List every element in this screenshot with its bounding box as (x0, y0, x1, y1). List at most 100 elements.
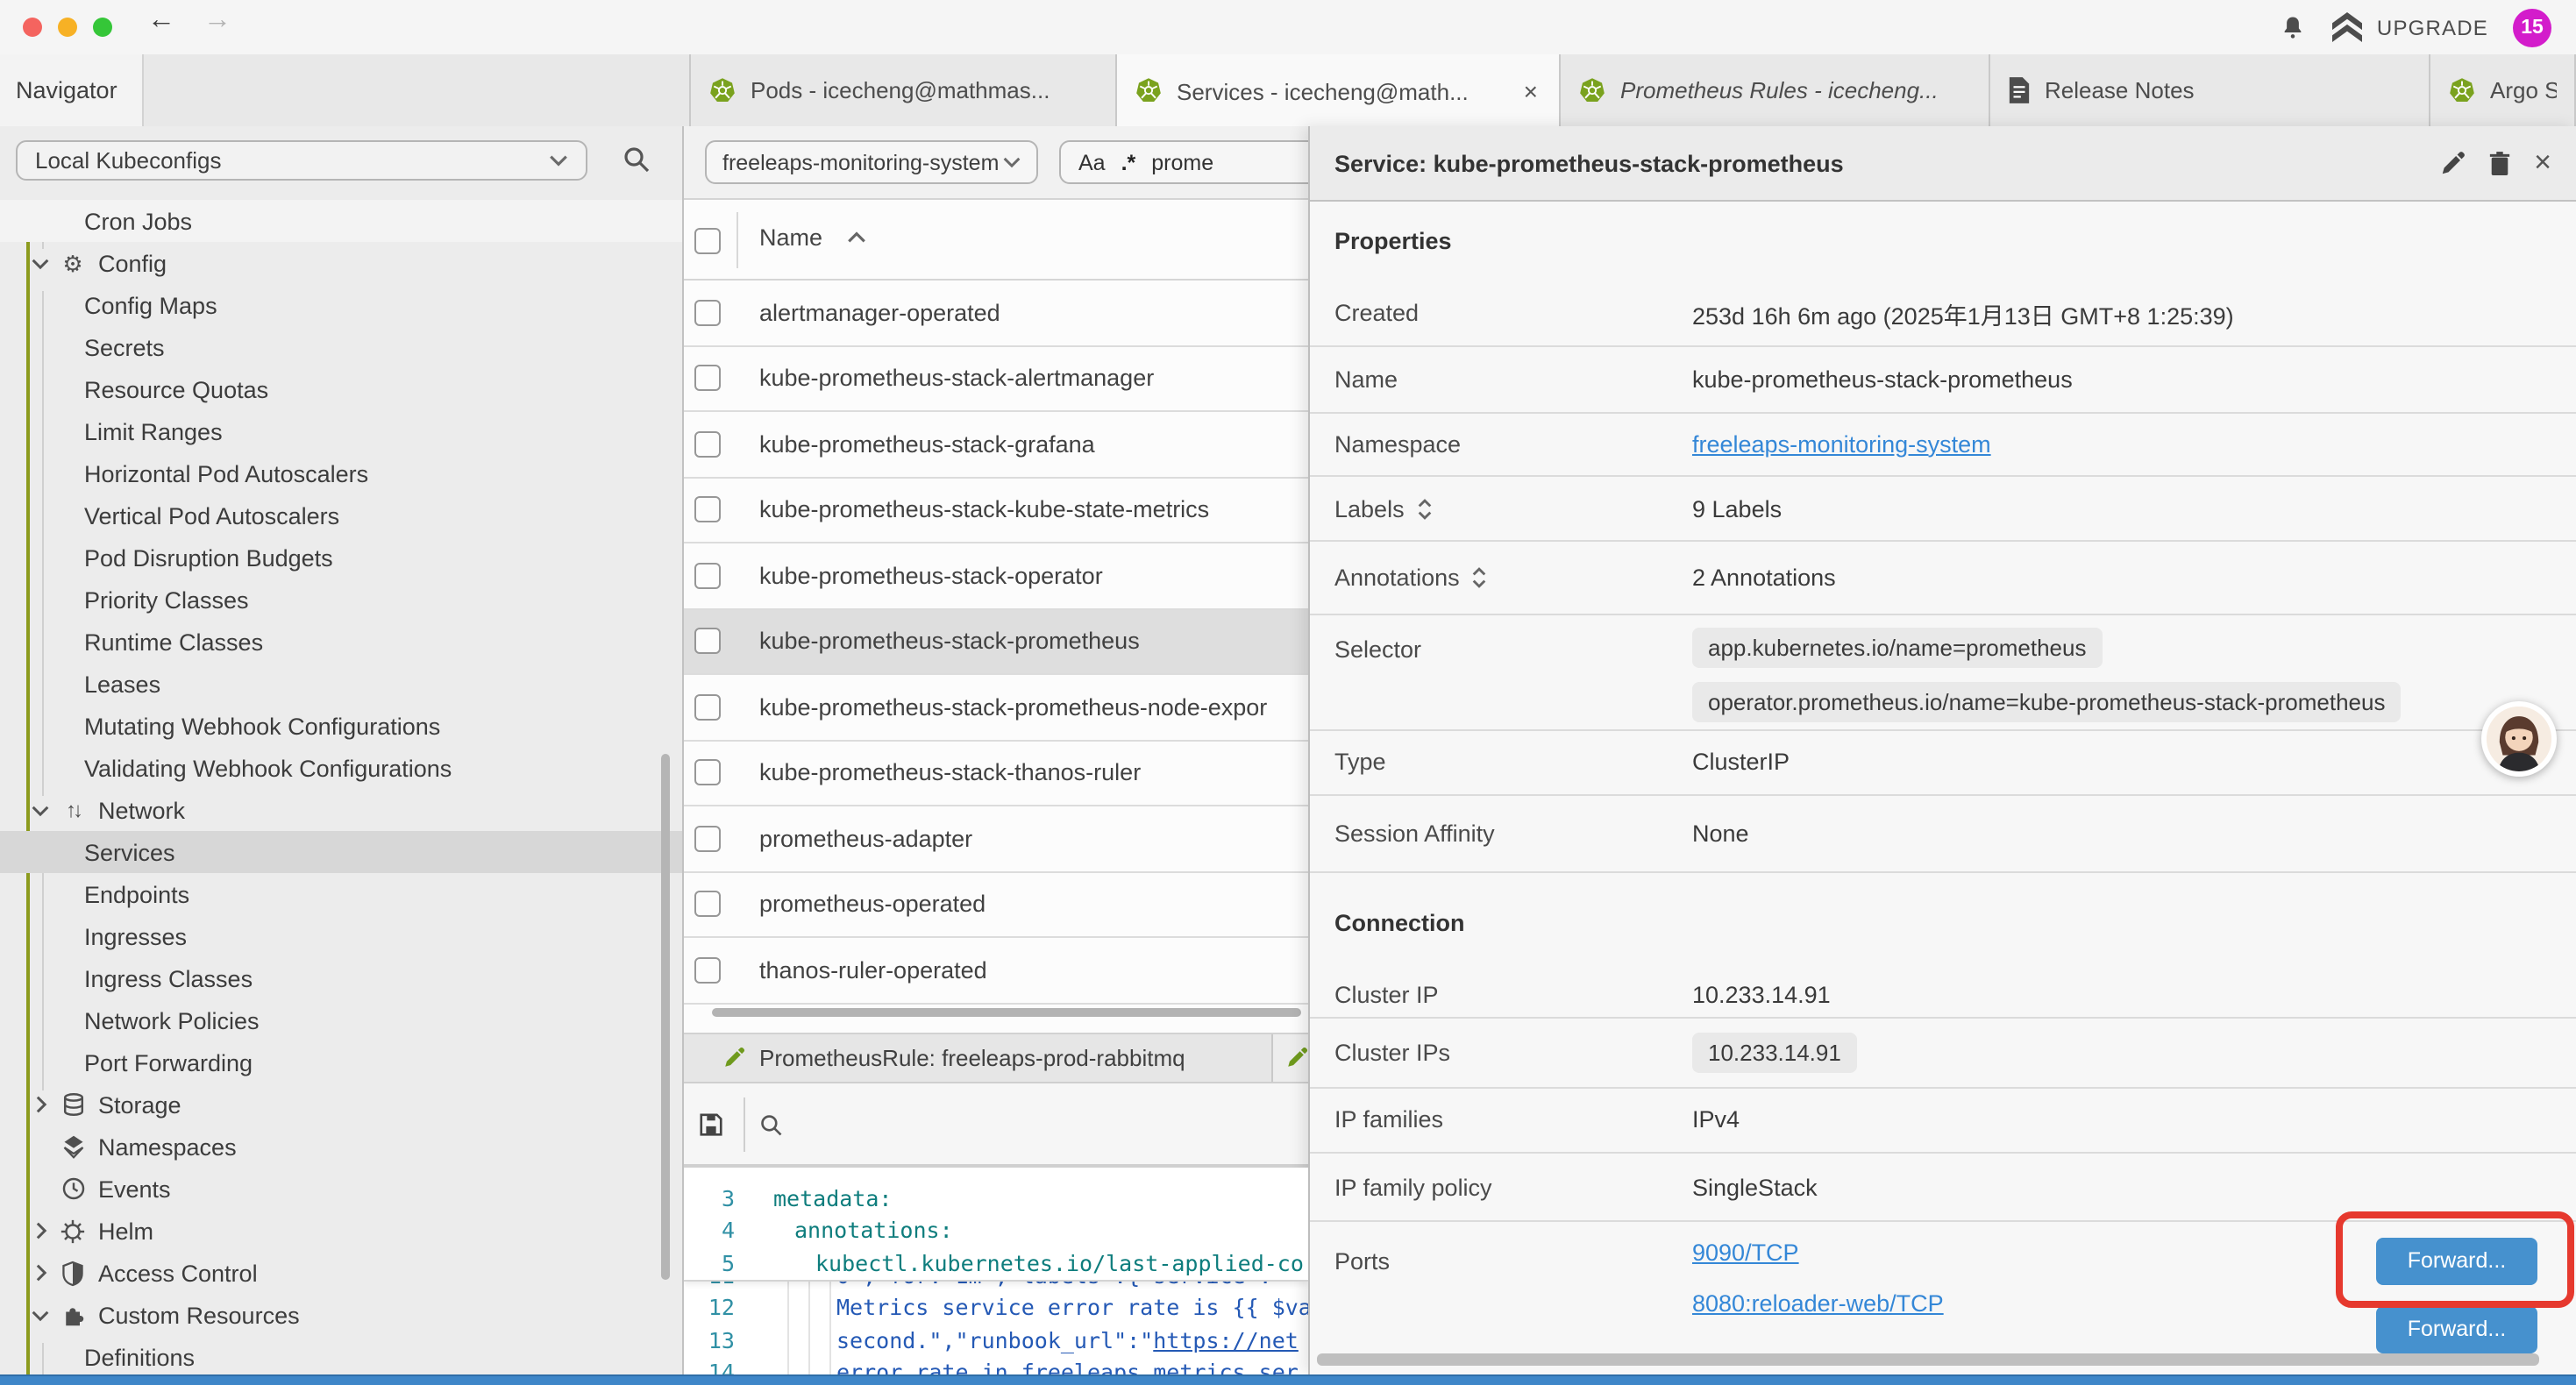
table-row-kube-prometheus-stack-alertmanager[interactable]: kube-prometheus-stack-alertmanager (684, 346, 1308, 412)
port-link-9090-tcp[interactable]: 9090/TCP (1692, 1239, 1944, 1266)
tab-label: Prometheus Rules - icecheng... (1620, 77, 1939, 103)
chevron-right-icon[interactable] (28, 1264, 53, 1282)
trash-icon[interactable] (2488, 150, 2511, 176)
save-icon[interactable] (698, 1111, 724, 1137)
table-horizontal-scrollbar[interactable] (712, 1007, 1301, 1017)
sidebar-scrollbar[interactable] (661, 754, 670, 1280)
chevron-right-icon[interactable] (28, 1096, 53, 1113)
table-row-kube-prometheus-stack-prometheus-node-expor[interactable]: kube-prometheus-stack-prometheus-node-ex… (684, 675, 1308, 741)
row-checkbox[interactable] (694, 891, 721, 918)
sidebar-item-resource-quotas[interactable]: Resource Quotas (0, 368, 684, 410)
sidebar-item-cron-jobs[interactable]: Cron Jobs (0, 200, 684, 242)
notification-badge[interactable]: 15 (2513, 8, 2551, 46)
sidebar-item-endpoints[interactable]: Endpoints (0, 873, 684, 915)
sidebar-item-priority-classes[interactable]: Priority Classes (0, 579, 684, 621)
table-row-kube-prometheus-stack-grafana[interactable]: kube-prometheus-stack-grafana (684, 412, 1308, 478)
close-icon[interactable]: × (2534, 146, 2551, 181)
tab-release-notes[interactable]: Release Notes (1990, 54, 2430, 126)
chevron-down-icon (1003, 156, 1021, 168)
close-window-button[interactable] (23, 18, 42, 37)
sidebar-item-secrets[interactable]: Secrets (0, 326, 684, 368)
expand-updown-icon[interactable] (1417, 497, 1433, 520)
row-checkbox[interactable] (694, 826, 721, 852)
sidebar-item-vertical-pod-autoscalers[interactable]: Vertical Pod Autoscalers (0, 494, 684, 536)
sidebar-item-ingresses[interactable]: Ingresses (0, 915, 684, 957)
sidebar-item-limit-ranges[interactable]: Limit Ranges (0, 410, 684, 452)
list-search-input[interactable]: Aa .* prome (1059, 140, 1308, 184)
table-row-prometheus-adapter[interactable]: prometheus-adapter (684, 806, 1308, 872)
table-row-thanos-ruler-operated[interactable]: thanos-ruler-operated (684, 938, 1308, 1004)
namespace-filter-dropdown[interactable]: freeleaps-monitoring-system (705, 140, 1038, 184)
sidebar-item-validating-webhook-configurations[interactable]: Validating Webhook Configurations (0, 747, 684, 789)
sidebar-item-ingress-classes[interactable]: Ingress Classes (0, 957, 684, 999)
sidebar-item-helm[interactable]: Helm (0, 1210, 684, 1252)
port-link-8080-reloader-web-tcp[interactable]: 8080:reloader-web/TCP (1692, 1290, 1944, 1317)
row-checkbox[interactable] (694, 366, 721, 392)
close-tab-icon[interactable]: × (1520, 77, 1541, 105)
chevron-right-icon[interactable] (28, 1222, 53, 1239)
edit-icon[interactable] (2439, 150, 2466, 176)
namespace-link[interactable]: freeleaps-monitoring-system (1692, 431, 1991, 458)
row-checkbox[interactable] (694, 694, 721, 721)
sidebar-item-definitions[interactable]: Definitions (0, 1336, 684, 1374)
bell-icon[interactable] (2281, 13, 2307, 41)
row-checkbox[interactable] (694, 563, 721, 589)
row-checkbox[interactable] (694, 497, 721, 523)
row-checkbox[interactable] (694, 300, 721, 326)
sidebar-item-custom-resources[interactable]: Custom Resources (0, 1294, 684, 1336)
navigator-tab[interactable]: Navigator (0, 54, 144, 126)
regex-icon[interactable]: .* (1121, 150, 1136, 174)
tab-argo-se[interactable]: Argo Se (2430, 54, 2576, 126)
upgrade-button[interactable]: UPGRADE (2331, 12, 2488, 42)
tab-pods-icecheng-mathmas[interactable]: Pods - icecheng@mathmas... (689, 54, 1117, 126)
editor-search-icon[interactable] (759, 1112, 784, 1137)
table-row-prometheus-operated[interactable]: prometheus-operated (684, 872, 1308, 938)
back-button[interactable]: ← (147, 5, 175, 37)
table-row-kube-prometheus-stack-thanos-ruler[interactable]: kube-prometheus-stack-thanos-ruler (684, 741, 1308, 806)
yaml-editor[interactable]: 110", for: 1m", labels :{ service : 12Me… (684, 1168, 1308, 1374)
sidebar-item-leases[interactable]: Leases (0, 663, 684, 705)
sidebar-item-pod-disruption-budgets[interactable]: Pod Disruption Budgets (0, 536, 684, 579)
select-all-checkbox[interactable] (694, 227, 721, 253)
sidebar-item-access-control[interactable]: Access Control (0, 1252, 684, 1294)
sidebar-item-port-forwarding[interactable]: Port Forwarding (0, 1041, 684, 1083)
sidebar-item-network[interactable]: ↑↓Network (0, 789, 684, 831)
editor-tab-prometheusrule[interactable]: PrometheusRule: freeleaps-prod-rabbitmq (684, 1034, 1273, 1081)
detail-horizontal-scrollbar[interactable] (1317, 1353, 2539, 1366)
sidebar-item-events[interactable]: Events (0, 1168, 684, 1210)
name-column-header[interactable]: Name (759, 224, 866, 250)
forward-button[interactable]: → (203, 5, 231, 37)
match-case-icon[interactable]: Aa (1078, 150, 1106, 174)
chevron-down-icon[interactable] (28, 1309, 53, 1321)
kubeconfig-selector[interactable]: Local Kubeconfigs (16, 140, 587, 181)
table-row-alertmanager-operated[interactable]: alertmanager-operated (684, 281, 1308, 346)
table-row-kube-prometheus-stack-kube-state-metrics[interactable]: kube-prometheus-stack-kube-state-metrics (684, 478, 1308, 543)
sidebar-item-storage[interactable]: Storage (0, 1083, 684, 1126)
chevron-down-icon[interactable] (28, 804, 53, 816)
sidebar-item-network-policies[interactable]: Network Policies (0, 999, 684, 1041)
sidebar-item-config-maps[interactable]: Config Maps (0, 284, 684, 326)
tab-services-icecheng-math[interactable]: Services - icecheng@math...× (1117, 54, 1561, 128)
editor-tab-next[interactable] (1273, 1034, 1308, 1081)
sidebar-item-services[interactable]: Services (0, 831, 684, 873)
sidebar-item-runtime-classes[interactable]: Runtime Classes (0, 621, 684, 663)
table-row-kube-prometheus-stack-prometheus[interactable]: kube-prometheus-stack-prometheus (684, 609, 1308, 675)
sidebar-item-mutating-webhook-configurations[interactable]: Mutating Webhook Configurations (0, 705, 684, 747)
sidebar-item-config[interactable]: ⚙Config (0, 242, 684, 284)
sidebar-item-namespaces[interactable]: Namespaces (0, 1126, 684, 1168)
tab-prometheus-rules-icecheng[interactable]: Prometheus Rules - icecheng... (1561, 54, 1990, 126)
search-icon[interactable] (623, 146, 651, 174)
maximize-window-button[interactable] (93, 18, 112, 37)
minimize-window-button[interactable] (58, 18, 77, 37)
row-checkbox[interactable] (694, 957, 721, 984)
table-header: Name (684, 199, 1308, 281)
sidebar-item-horizontal-pod-autoscalers[interactable]: Horizontal Pod Autoscalers (0, 452, 684, 494)
row-checkbox[interactable] (694, 431, 721, 458)
expand-updown-icon[interactable] (1472, 566, 1488, 589)
assistant-avatar[interactable] (2481, 701, 2557, 777)
chevron-down-icon[interactable] (28, 257, 53, 269)
forward-button-8080-reloader-web-tcp[interactable]: Forward... (2376, 1306, 2537, 1353)
table-row-kube-prometheus-stack-operator[interactable]: kube-prometheus-stack-operator (684, 543, 1308, 609)
row-checkbox[interactable] (694, 629, 721, 655)
row-checkbox[interactable] (694, 760, 721, 786)
